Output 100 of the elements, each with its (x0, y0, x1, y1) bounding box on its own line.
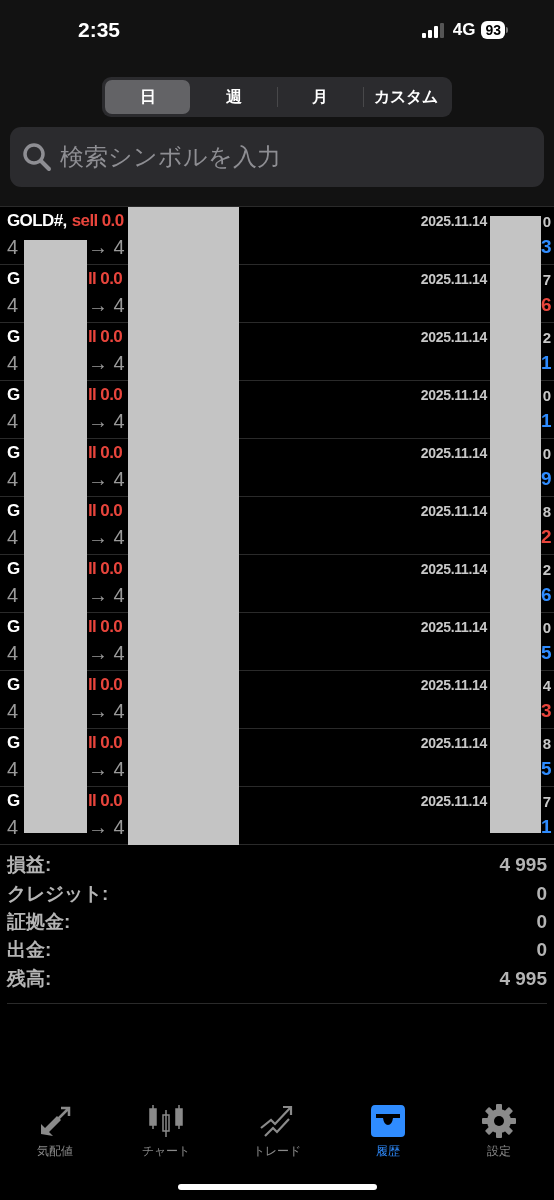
order-type-label: ll 0.0 (88, 617, 123, 637)
profit-value: 6 (541, 294, 551, 316)
candlestick-icon (148, 1104, 185, 1138)
close-price: → 4 (88, 293, 125, 317)
tab-bar-item[interactable]: トレード (221, 1104, 333, 1160)
summary-label: 証拠金: (7, 909, 71, 934)
close-price: → 4 (88, 235, 125, 259)
summary-value: 4 995 (499, 967, 547, 990)
profit-value: 1 (541, 352, 551, 374)
trade-date: 2025.11.14 (420, 445, 487, 461)
close-price: → 4 (88, 525, 125, 549)
trade-date: 2025.11.14 (420, 213, 487, 229)
trade-date: 2025.11.14 (420, 793, 487, 809)
trade-date: 2025.11.14 (420, 561, 487, 577)
profit-value: 2 (541, 526, 551, 548)
trade-date: 2025.11.14 (420, 619, 487, 635)
close-price: → 4 (88, 409, 125, 433)
close-price: → 4 (88, 351, 125, 375)
symbol-label: G (7, 269, 21, 289)
tab-bar-item[interactable]: チャート (110, 1104, 222, 1160)
close-price: → 4 (88, 583, 125, 607)
period-tab[interactable]: 月 (277, 80, 363, 114)
trade-time: 4 (541, 676, 551, 694)
period-tab[interactable]: カスタム (363, 80, 449, 114)
clock-time: 2:35 (78, 18, 122, 42)
summary-value: 0 (536, 882, 547, 905)
order-type-label: ll 0.0 (88, 559, 123, 579)
trade-time: 0 (541, 618, 551, 636)
open-price: 4 (7, 583, 20, 607)
profit-value: 1 (541, 816, 551, 838)
order-type-label: sell 0.0 (71, 211, 124, 231)
symbol-label: G (7, 559, 21, 579)
close-price: → 4 (88, 815, 125, 839)
trade-time: 2 (541, 328, 551, 346)
order-type-label: ll 0.0 (88, 675, 123, 695)
trade-time: 8 (541, 502, 551, 520)
trade-time: 2 (541, 560, 551, 578)
symbol-label: G (7, 327, 21, 347)
trade-time: 0 (541, 212, 551, 230)
open-price: 4 (7, 699, 20, 723)
trade-time: 8 (541, 734, 551, 752)
order-type-label: ll 0.0 (88, 443, 123, 463)
close-price: → 4 (88, 699, 125, 723)
settings-icon (480, 1104, 517, 1138)
symbol-label: G (7, 443, 21, 463)
order-type-label: ll 0.0 (88, 791, 123, 811)
signal-icon (421, 22, 447, 38)
symbol-label: GOLD#, (7, 211, 67, 231)
trend-arrow-icon (259, 1104, 295, 1138)
summary-label: 損益: (7, 853, 52, 878)
order-type-label: ll 0.0 (88, 501, 123, 521)
inbox-tray-icon (369, 1104, 406, 1138)
open-price: 4 (7, 467, 20, 491)
profit-value: 6 (541, 584, 551, 606)
trade-date: 2025.11.14 (420, 329, 487, 345)
order-type-label: ll 0.0 (88, 385, 123, 405)
open-price: 4 (7, 351, 20, 375)
order-type-label: ll 0.0 (88, 269, 123, 289)
summary-label: クレジット: (7, 881, 109, 906)
trade-date: 2025.11.14 (420, 735, 487, 751)
tab-bar-item[interactable]: 気配値 (0, 1104, 111, 1160)
symbol-label: G (7, 617, 21, 637)
trade-date: 2025.11.14 (420, 271, 487, 287)
profit-value: 3 (541, 236, 551, 258)
period-tab[interactable]: 週 (191, 80, 277, 114)
trade-date: 2025.11.14 (420, 387, 487, 403)
home-indicator[interactable] (177, 1184, 377, 1190)
close-price: → 4 (88, 757, 125, 781)
profit-value: 9 (541, 468, 551, 490)
trade-date: 2025.11.14 (420, 677, 487, 693)
search-icon (22, 142, 52, 172)
open-price: 4 (7, 815, 20, 839)
search-bar[interactable]: 検索シンボルを入力 (10, 127, 544, 187)
symbol-label: G (7, 675, 21, 695)
open-price: 4 (7, 525, 20, 549)
order-type-label: ll 0.0 (88, 733, 123, 753)
trade-date: 2025.11.14 (420, 503, 487, 519)
tab-bar-item[interactable]: 設定 (443, 1104, 554, 1160)
battery-percent: 93 (481, 21, 505, 39)
open-price: 4 (7, 235, 20, 259)
summary-value: 4 995 (499, 854, 547, 877)
summary-label: 残高: (7, 966, 52, 991)
profit-value: 5 (541, 758, 551, 780)
tab-bar-item[interactable]: 履歴 (332, 1104, 444, 1160)
open-price: 4 (7, 293, 20, 317)
summary-label: 出金: (7, 938, 52, 963)
symbol-label: G (7, 733, 21, 753)
summary-value: 0 (536, 910, 547, 933)
trade-time: 0 (541, 444, 551, 462)
network-label: 4G (452, 20, 476, 40)
summary-value: 0 (536, 939, 547, 962)
profit-value: 5 (541, 642, 551, 664)
close-price: → 4 (88, 641, 125, 665)
close-price: → 4 (88, 467, 125, 491)
symbol-label: G (7, 385, 21, 405)
order-type-label: ll 0.0 (88, 327, 123, 347)
symbol-label: G (7, 501, 21, 521)
trade-time: 7 (541, 792, 551, 810)
open-price: 4 (7, 409, 20, 433)
period-tab[interactable]: 日 (105, 80, 191, 114)
